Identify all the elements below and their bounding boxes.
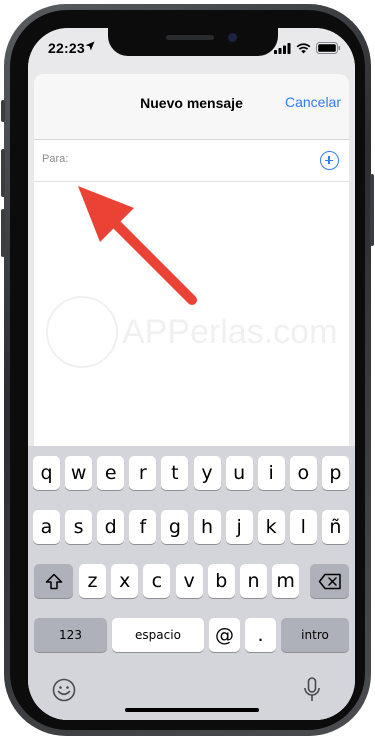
volume-up-button (1, 149, 5, 197)
at-key[interactable]: @ (209, 618, 240, 652)
power-button (370, 174, 374, 246)
silent-switch (1, 100, 5, 122)
return-key[interactable]: intro (281, 618, 349, 652)
speaker (166, 35, 214, 40)
battery-icon (316, 42, 341, 54)
key-row2-0[interactable]: a (33, 510, 60, 544)
key-row1-8[interactable]: o (289, 456, 317, 490)
key-row2-4[interactable]: g (161, 510, 189, 544)
navigation-bar: Nuevo mensaje Cancelar (34, 74, 349, 140)
key-row1-3[interactable]: r (129, 456, 157, 490)
key-row1-2[interactable]: e (97, 456, 125, 490)
numbers-key[interactable]: 123 (34, 618, 107, 652)
key-row3-5[interactable]: n (240, 564, 267, 598)
key-row2-2[interactable]: d (97, 510, 125, 544)
volume-down-button (1, 209, 5, 257)
shift-key[interactable] (34, 564, 73, 598)
recipient-label: Para: (42, 153, 69, 165)
key-row3-4[interactable]: b (207, 564, 235, 598)
microphone-icon[interactable] (303, 677, 321, 703)
key-row3-3[interactable]: v (175, 564, 203, 598)
shift-icon (45, 573, 62, 589)
phone-frame: 22:23 Nuevo mensaje Cancelar Para: APPer… (1, 4, 374, 736)
red-arrow-annotation (78, 186, 197, 305)
home-indicator[interactable] (124, 708, 259, 712)
add-contact-icon[interactable] (320, 151, 339, 170)
keyboard: qwertyuiop asdfghjklñ zxcvbnm 123 espaci… (28, 446, 355, 720)
key-row1-5[interactable]: y (193, 456, 221, 490)
period-key[interactable]: . (245, 618, 276, 652)
key-row3-6[interactable]: m (272, 564, 300, 598)
key-row2-6[interactable]: j (225, 510, 253, 544)
backspace-key[interactable] (310, 564, 349, 598)
wifi-icon (296, 42, 311, 53)
signal-icon (274, 42, 291, 54)
key-row1-9[interactable]: p (321, 456, 349, 490)
key-row1-4[interactable]: t (161, 456, 189, 490)
key-row2-9[interactable]: ñ (321, 510, 349, 544)
recipient-field[interactable]: Para: (34, 140, 349, 182)
key-row1-7[interactable]: i (257, 456, 285, 490)
key-row2-8[interactable]: l (289, 510, 317, 544)
key-row1-6[interactable]: u (225, 456, 253, 490)
key-row3-0[interactable]: z (79, 564, 106, 598)
emoji-icon[interactable] (52, 678, 76, 702)
cancel-button[interactable]: Cancelar (285, 94, 341, 110)
key-row3-2[interactable]: c (143, 564, 171, 598)
space-key[interactable]: espacio (112, 618, 204, 652)
key-row1-1[interactable]: w (65, 456, 93, 490)
screen: 22:23 Nuevo mensaje Cancelar Para: APPer… (28, 28, 355, 720)
notch (108, 28, 278, 56)
backspace-icon (318, 573, 341, 589)
watermark-text: APPerlas.com (122, 312, 338, 351)
location-arrow-icon (85, 41, 95, 51)
key-row3-1[interactable]: x (111, 564, 139, 598)
key-row1-0[interactable]: q (33, 456, 60, 490)
status-icons (274, 42, 341, 54)
status-time: 22:23 (48, 40, 85, 56)
key-row2-1[interactable]: s (65, 510, 93, 544)
key-row2-3[interactable]: f (129, 510, 157, 544)
key-row2-5[interactable]: h (193, 510, 221, 544)
key-row2-7[interactable]: k (257, 510, 285, 544)
front-camera (228, 33, 237, 42)
